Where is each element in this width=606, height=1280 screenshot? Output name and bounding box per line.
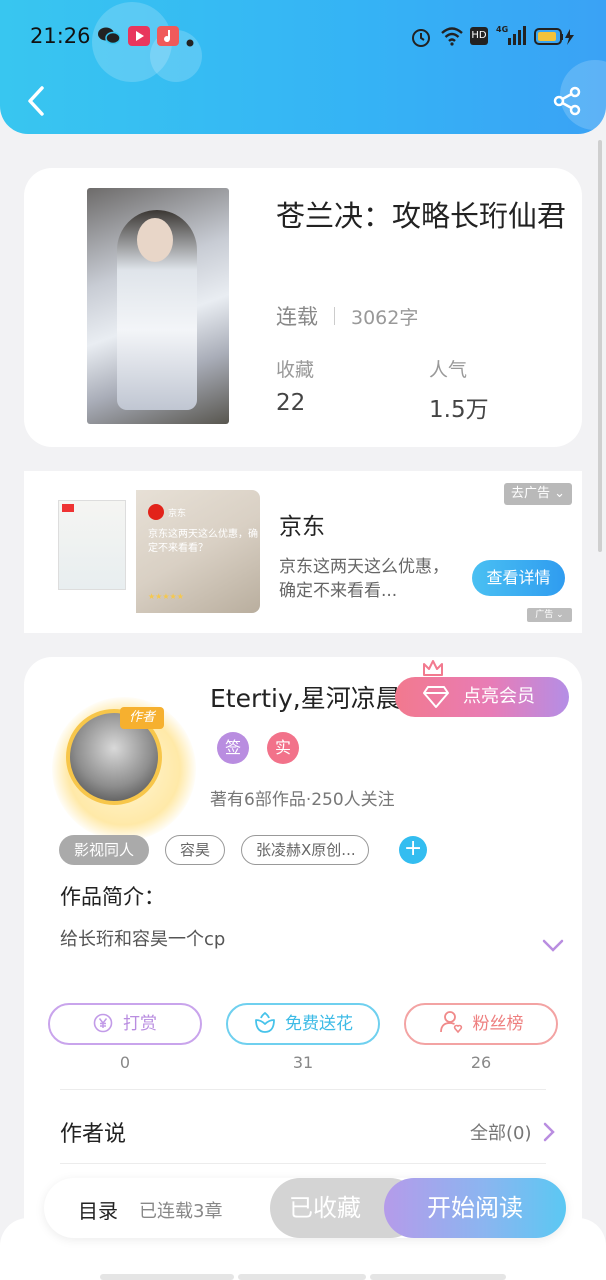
ad-mark-label[interactable]: 广告 ⌄	[527, 608, 572, 622]
vip-button[interactable]: 点亮会员	[395, 677, 569, 717]
ad-image-left	[48, 490, 136, 613]
status-time: 21:26	[30, 24, 91, 48]
popularity-label: 人气	[429, 359, 468, 381]
fans-rank-button[interactable]: 粉丝榜	[404, 1003, 558, 1045]
chapter-count: 已连载3章	[139, 1201, 223, 1222]
book-title: 苍兰决：攻略长珩仙君	[276, 199, 567, 233]
tag-item[interactable]: 影视同人	[59, 835, 150, 865]
author-says-label: 作者说	[60, 1122, 127, 1147]
expand-chevron-icon[interactable]	[542, 939, 564, 953]
intro-label: 作品简介：	[60, 885, 165, 909]
nav-handle	[238, 1274, 366, 1280]
chevron-right-icon[interactable]	[542, 1121, 556, 1143]
author-name[interactable]: Etertiy,星河凉晨	[210, 679, 401, 715]
ad-name: 京东	[279, 514, 325, 540]
top-header: 21:26 HD 4G	[0, 0, 606, 134]
send-flower-label: 免费送花	[285, 1014, 353, 1034]
fans-icon	[439, 1011, 462, 1034]
vip-button-label: 点亮会员	[463, 686, 535, 707]
tag-list: 影视同人 容昊 张凌赫X原创... +	[59, 835, 428, 865]
tip-count: 0	[119, 1053, 131, 1072]
diamond-icon	[423, 686, 449, 708]
tip-button[interactable]: 打赏	[48, 1003, 202, 1045]
section-divider	[60, 1163, 546, 1164]
intro-text: 给长珩和容昊一个cp	[60, 929, 226, 950]
popularity-value: 1.5万	[429, 397, 489, 423]
serial-status: 连载	[276, 305, 318, 329]
favorites-value: 22	[276, 390, 306, 416]
send-flower-button[interactable]: 免费送花	[226, 1003, 380, 1045]
ad-document-graphic	[58, 500, 126, 590]
share-button[interactable]	[552, 86, 582, 116]
back-button[interactable]	[24, 86, 50, 116]
verified-tag: 实	[267, 732, 299, 764]
status-divider	[334, 307, 335, 325]
author-says-all-link[interactable]: 全部(0)	[470, 1119, 532, 1145]
crown-icon	[423, 660, 443, 676]
ad-image-right: 京东 京东这两天这么优惠，确定不来看看？ ★★★★★	[136, 490, 260, 613]
music-app-icon	[157, 26, 179, 50]
ad-stars: ★★★★★	[148, 592, 184, 601]
ad-slogan: 京东这两天这么优惠，确定不来看看？	[148, 529, 258, 554]
svg-text:4G: 4G	[496, 25, 508, 34]
ad-brand-small: 京东	[168, 509, 187, 519]
scrollbar[interactable]	[598, 140, 602, 552]
ad-description: 京东这两天这么优惠，确定不来看看...	[279, 557, 449, 601]
tip-label: 打赏	[123, 1014, 157, 1034]
jd-logo-icon	[148, 504, 164, 520]
ad-close-button[interactable]: 去广告 ⌄	[504, 483, 572, 505]
favorited-label: 已收藏	[289, 1194, 361, 1222]
favorites-label: 收藏	[276, 359, 315, 381]
toc-button[interactable]: 目录	[78, 1195, 118, 1224]
back-arrow-icon	[28, 86, 44, 116]
author-badge: 作者	[120, 707, 164, 729]
signal-4g-icon: 4G	[496, 24, 526, 52]
battery-icon	[534, 28, 576, 50]
fans-rank-label: 粉丝榜	[472, 1014, 524, 1034]
author-meta: 著有6部作品·250人关注	[210, 790, 395, 810]
tag-item[interactable]: 容昊	[165, 835, 226, 865]
cover-face	[137, 218, 173, 262]
hd-icon: HD	[470, 27, 488, 45]
dot-icon	[186, 32, 194, 51]
ad-red-mark	[62, 504, 74, 512]
share-icon	[553, 86, 581, 116]
tag-item[interactable]: 张凌赫X原创...	[241, 835, 370, 865]
bottom-action-bar: 目录 已连载3章 已收藏 开始阅读	[44, 1178, 566, 1238]
ad-detail-button[interactable]: 查看详情	[472, 560, 565, 596]
book-cover[interactable]	[87, 188, 229, 424]
video-app-icon	[128, 26, 150, 50]
ad-banner[interactable]: 京东 京东这两天这么优惠，确定不来看看？ ★★★★★ 京东 京东这两天这么优惠，…	[24, 471, 582, 633]
book-info-card: 苍兰决：攻略长珩仙君 连载 3062字 收藏 22 人气 1.5万	[24, 168, 582, 447]
flower-count: 31	[292, 1053, 314, 1072]
flower-icon	[255, 1012, 275, 1033]
status-bar: 21:26 HD 4G	[0, 0, 606, 70]
nav-handle	[100, 1274, 234, 1280]
ad-image[interactable]: 京东 京东这两天这么优惠，确定不来看看？ ★★★★★	[48, 490, 260, 613]
nav-handle	[370, 1274, 506, 1280]
signed-tag: 签	[217, 732, 249, 764]
start-reading-button[interactable]: 开始阅读	[384, 1178, 566, 1238]
book-status-line: 连载 3062字	[276, 301, 418, 331]
yen-icon	[93, 1013, 113, 1033]
alarm-icon	[410, 26, 432, 52]
fans-count: 26	[470, 1053, 492, 1072]
section-divider	[60, 1089, 546, 1090]
add-tag-button[interactable]: +	[399, 836, 428, 864]
word-count: 3062字	[351, 306, 419, 329]
wifi-icon	[440, 26, 464, 50]
wechat-icon	[98, 27, 121, 49]
